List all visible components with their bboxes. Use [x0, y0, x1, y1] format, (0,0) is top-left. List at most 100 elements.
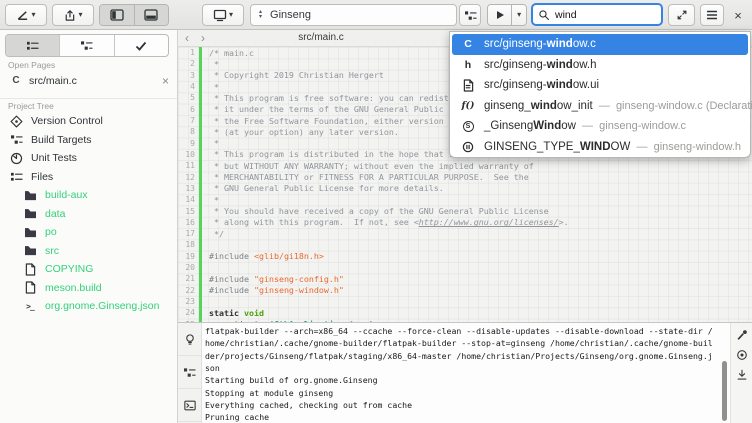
code-line[interactable]: 17 */ — [178, 228, 752, 239]
build-terminal[interactable]: flatpak-builder --arch=x86_64 --ccache -… — [205, 325, 721, 423]
code-line[interactable]: 21#include "ginseng-config.h" — [178, 273, 752, 284]
tree-item-copying[interactable]: COPYING — [0, 260, 177, 279]
tree-item-build-aux[interactable]: build-aux — [0, 186, 177, 205]
terminal-scrollbar[interactable] — [722, 361, 727, 421]
build-targets-icon — [8, 133, 24, 147]
build-configure-button[interactable] — [459, 4, 481, 26]
brush-icon[interactable] — [736, 329, 748, 341]
tree-item-version-control[interactable]: Version Control — [0, 112, 177, 131]
search-result-0[interactable]: Csrc/ginseng-window.c — [452, 34, 748, 55]
search-input[interactable] — [555, 9, 645, 21]
tree-item-unit-tests[interactable]: Unit Tests — [0, 149, 177, 168]
line-number: 16 — [178, 218, 199, 227]
unit-tests-icon — [8, 151, 24, 165]
tree-item-label: build-aux — [45, 189, 88, 201]
build-configure-icon — [464, 10, 477, 21]
code-text: */ — [202, 229, 224, 239]
download-icon[interactable] — [736, 369, 748, 381]
record-icon[interactable] — [736, 349, 748, 361]
expand-icon — [676, 9, 688, 21]
tree-item-build-targets[interactable]: Build Targets — [0, 131, 177, 150]
search-result-2[interactable]: src/ginseng-window.ui — [452, 75, 748, 96]
search-results-popover: Csrc/ginseng-window.chsrc/ginseng-window… — [449, 31, 751, 158]
line-number: 5 — [178, 93, 199, 102]
tree-item-files[interactable]: Files — [0, 168, 177, 187]
code-line[interactable]: 24static void — [178, 307, 752, 318]
open-page-row[interactable]: C src/main.c × — [0, 70, 178, 91]
open-pages-label: Open Pages — [8, 60, 55, 70]
macro-icon — [458, 141, 478, 153]
bottom-tab-0[interactable] — [178, 323, 201, 356]
global-search-box — [531, 3, 663, 26]
tree-item-org-gnome-ginseng-json[interactable]: >_org.gnome.Ginseng.json — [0, 297, 177, 316]
code-text: * — [202, 82, 219, 92]
code-line[interactable]: 23 — [178, 296, 752, 307]
bottom-tab-1[interactable] — [178, 356, 201, 389]
tree-item-label: Files — [31, 171, 53, 183]
code-text: * GNU General Public License for more de… — [202, 183, 444, 193]
nav-forward-button[interactable]: › — [201, 31, 205, 45]
code-text: #include "ginseng-config.h" — [202, 274, 344, 284]
terminal-line: Everything cached, checking out from cac… — [205, 399, 721, 411]
bottom-panel: flatpak-builder --arch=x86_64 --ccache -… — [178, 322, 752, 423]
left-sidebar: Open Pages C src/main.c × Project Tree V… — [0, 30, 178, 423]
sidebar-view-tab-2[interactable] — [114, 35, 168, 56]
chevron-down-icon: ▾ — [31, 11, 35, 19]
tree-item-label: Unit Tests — [31, 152, 77, 164]
search-result-name: _GinsengWindow — [484, 120, 576, 132]
h-file-icon: h — [458, 59, 478, 71]
code-line[interactable]: 20 — [178, 262, 752, 273]
nav-back-button[interactable]: ‹ — [185, 31, 189, 45]
fullscreen-button[interactable] — [668, 4, 695, 26]
line-number: 13 — [178, 184, 199, 193]
code-line[interactable]: 11 * but WITHOUT ANY WARRANTY; without e… — [178, 160, 752, 171]
run-button[interactable] — [488, 5, 511, 25]
folder-icon — [22, 207, 38, 221]
code-line[interactable]: 22#include "ginseng-window.h" — [178, 285, 752, 296]
build-targets-icon — [183, 367, 196, 378]
menu-button[interactable] — [700, 4, 724, 26]
new-document-button[interactable]: ▾ — [5, 4, 47, 26]
separator: — — [593, 100, 616, 112]
code-line[interactable]: 12 * MERCHANTABILITY or FITNESS FOR A PA… — [178, 171, 752, 182]
sidebar-view-tab-0[interactable] — [6, 35, 59, 56]
doc-icon — [22, 281, 38, 295]
close-page-button[interactable]: × — [162, 74, 169, 88]
code-line[interactable]: 13 * GNU General Public License for more… — [178, 183, 752, 194]
tree-item-po[interactable]: po — [0, 223, 177, 242]
search-result-4[interactable]: S_GinsengWindow — ginseng-window.c — [452, 116, 748, 137]
tree-item-data[interactable]: data — [0, 205, 177, 224]
run-button-group: ▾ — [487, 4, 527, 26]
search-result-name: src/ginseng-window.c — [484, 38, 596, 50]
c-file-icon: C — [8, 75, 24, 86]
device-selector-button[interactable]: ▾ — [202, 4, 244, 26]
toggle-bottom-panel-button[interactable] — [134, 5, 168, 25]
search-result-name: ginseng_window_init — [484, 100, 593, 112]
code-text: * — [202, 59, 219, 69]
sidebar-view-tab-1[interactable] — [59, 35, 113, 56]
export-button[interactable]: ▾ — [52, 4, 94, 26]
list-icon — [26, 40, 39, 51]
code-line[interactable]: 19#include <glib/gi18n.h> — [178, 251, 752, 262]
tree-item-meson-build[interactable]: meson.build — [0, 279, 177, 298]
line-number: 6 — [178, 105, 199, 114]
tree-item-label: Version Control — [31, 115, 103, 127]
code-line[interactable]: 16 * along with this program. If not, se… — [178, 217, 752, 228]
search-result-1[interactable]: hsrc/ginseng-window.h — [452, 55, 748, 76]
toggle-left-panel-button[interactable] — [100, 5, 134, 25]
code-line[interactable]: 15 * You should have received a copy of … — [178, 205, 752, 216]
search-result-5[interactable]: GINSENG_TYPE_WINDOW — ginseng-window.h — [452, 137, 748, 158]
run-options-button[interactable]: ▾ — [511, 5, 526, 25]
omnibar[interactable]: ▴▾ Ginseng — [250, 4, 457, 26]
play-icon — [495, 10, 505, 20]
window-close-button[interactable]: × — [727, 4, 749, 26]
search-result-3[interactable]: f()ginseng_window_init — ginseng-window.… — [452, 96, 748, 117]
line-number: 23 — [178, 297, 199, 306]
bottom-tab-2[interactable] — [178, 389, 201, 422]
line-number: 18 — [178, 240, 199, 249]
folder-icon — [22, 244, 38, 258]
code-line[interactable]: 14 * — [178, 194, 752, 205]
code-line[interactable]: 18 — [178, 239, 752, 250]
tree-item-src[interactable]: src — [0, 242, 177, 261]
panel-toggle-group — [99, 4, 169, 26]
